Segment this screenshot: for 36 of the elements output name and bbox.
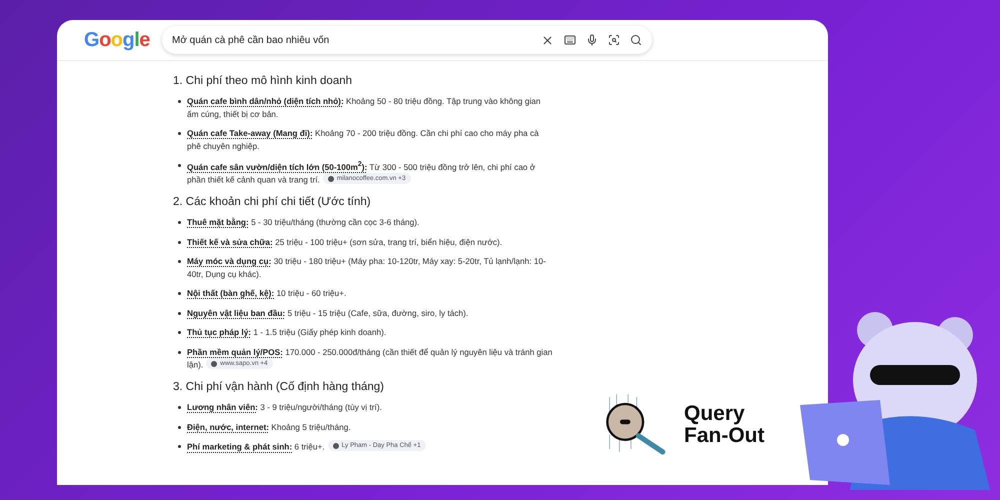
bullet-text: Thuê mặt bằng: 5 - 30 triệu/tháng (thường cần cọc 3-6 tháng). (187, 216, 420, 229)
bullet-text: Thiết kế và sửa chữa: 25 triệu - 100 triệu+ (sơn sửa, trang trí, biển hiệu, điện nước). (187, 236, 504, 248)
bullet-text: Điện, nước, internet: Khoảng 5 triệu/tháng. (187, 420, 352, 434)
camera-search-icon[interactable] (608, 34, 620, 46)
bullet-icon (178, 292, 181, 296)
bullet-icon (178, 240, 181, 244)
bullet-text: Nội thất (bàn ghế, kệ): 10 triệu - 60 triệu+. (187, 287, 348, 300)
bullet-icon (178, 164, 181, 167)
search-query: Mở quán cà phê cần bao nhiêu vốn (172, 34, 330, 46)
bullet-text: Quán cafe Take-away (Mang đi): Khoảng 70 - 200 triệu đồng. Cần chi phí cao cho máy pha cà phê chuyên nghiệp. (187, 127, 540, 152)
bullet-text: Nguyên vật liệu ban đầu: 5 triệu - 15 triệu (Cafe, sữa, đường, siro, ly tách). (187, 306, 470, 320)
bullet-icon (178, 312, 181, 315)
search-field[interactable]: Mở quán cà phê cần bao nhiêu vốn (162, 26, 652, 54)
bullet-icon (178, 426, 181, 429)
keyboard-icon[interactable] (564, 34, 576, 46)
microphone-icon[interactable] (586, 34, 598, 46)
section-heading: 2. Các khoản chi phí chi tiết (Ước tính) (173, 196, 372, 208)
badge-title: Query (684, 402, 746, 424)
bullet-text: Quán cafe bình dân/nhỏ (diện tích nhỏ): Khoảng 50 - 80 triệu đồng. Tập trung vào không gian ấm cúng, thiết bị cơ bản. (187, 95, 542, 120)
bullet-icon (178, 260, 181, 264)
bullet-icon (178, 221, 181, 224)
bullet-icon (178, 406, 181, 410)
bullet-text: Máy móc và dụng cụ: 30 triệu - 180 triệu+ (Máy pha: 10-120tr, Máy xay: 5-20tr, Tủ lạnh/lạnh: 10-40tr, Dụng cụ khác). (187, 255, 547, 280)
badge-title: Fan-Out (684, 424, 764, 446)
section-heading: 3. Chi phí vận hành (Cố định hàng tháng) (173, 381, 385, 394)
bullet-icon (178, 331, 181, 334)
bullet-text: Lương nhân viên: 3 - 9 triệu/người/tháng (tùy vị trí). (187, 401, 383, 414)
google-logo: Google (84, 28, 151, 52)
section-heading: 1. Chi phí theo mô hình kinh doanh (173, 75, 354, 87)
bullet-text: Thủ tục pháp lý: 1 - 1.5 triệu (Giấy phép kinh doanh). (187, 326, 388, 339)
bullet-icon (178, 132, 181, 135)
bullet-icon (178, 350, 181, 354)
search-icon[interactable] (630, 34, 642, 46)
bullet-icon (178, 445, 181, 448)
bullet-icon (178, 100, 181, 103)
close-icon[interactable] (541, 34, 554, 46)
